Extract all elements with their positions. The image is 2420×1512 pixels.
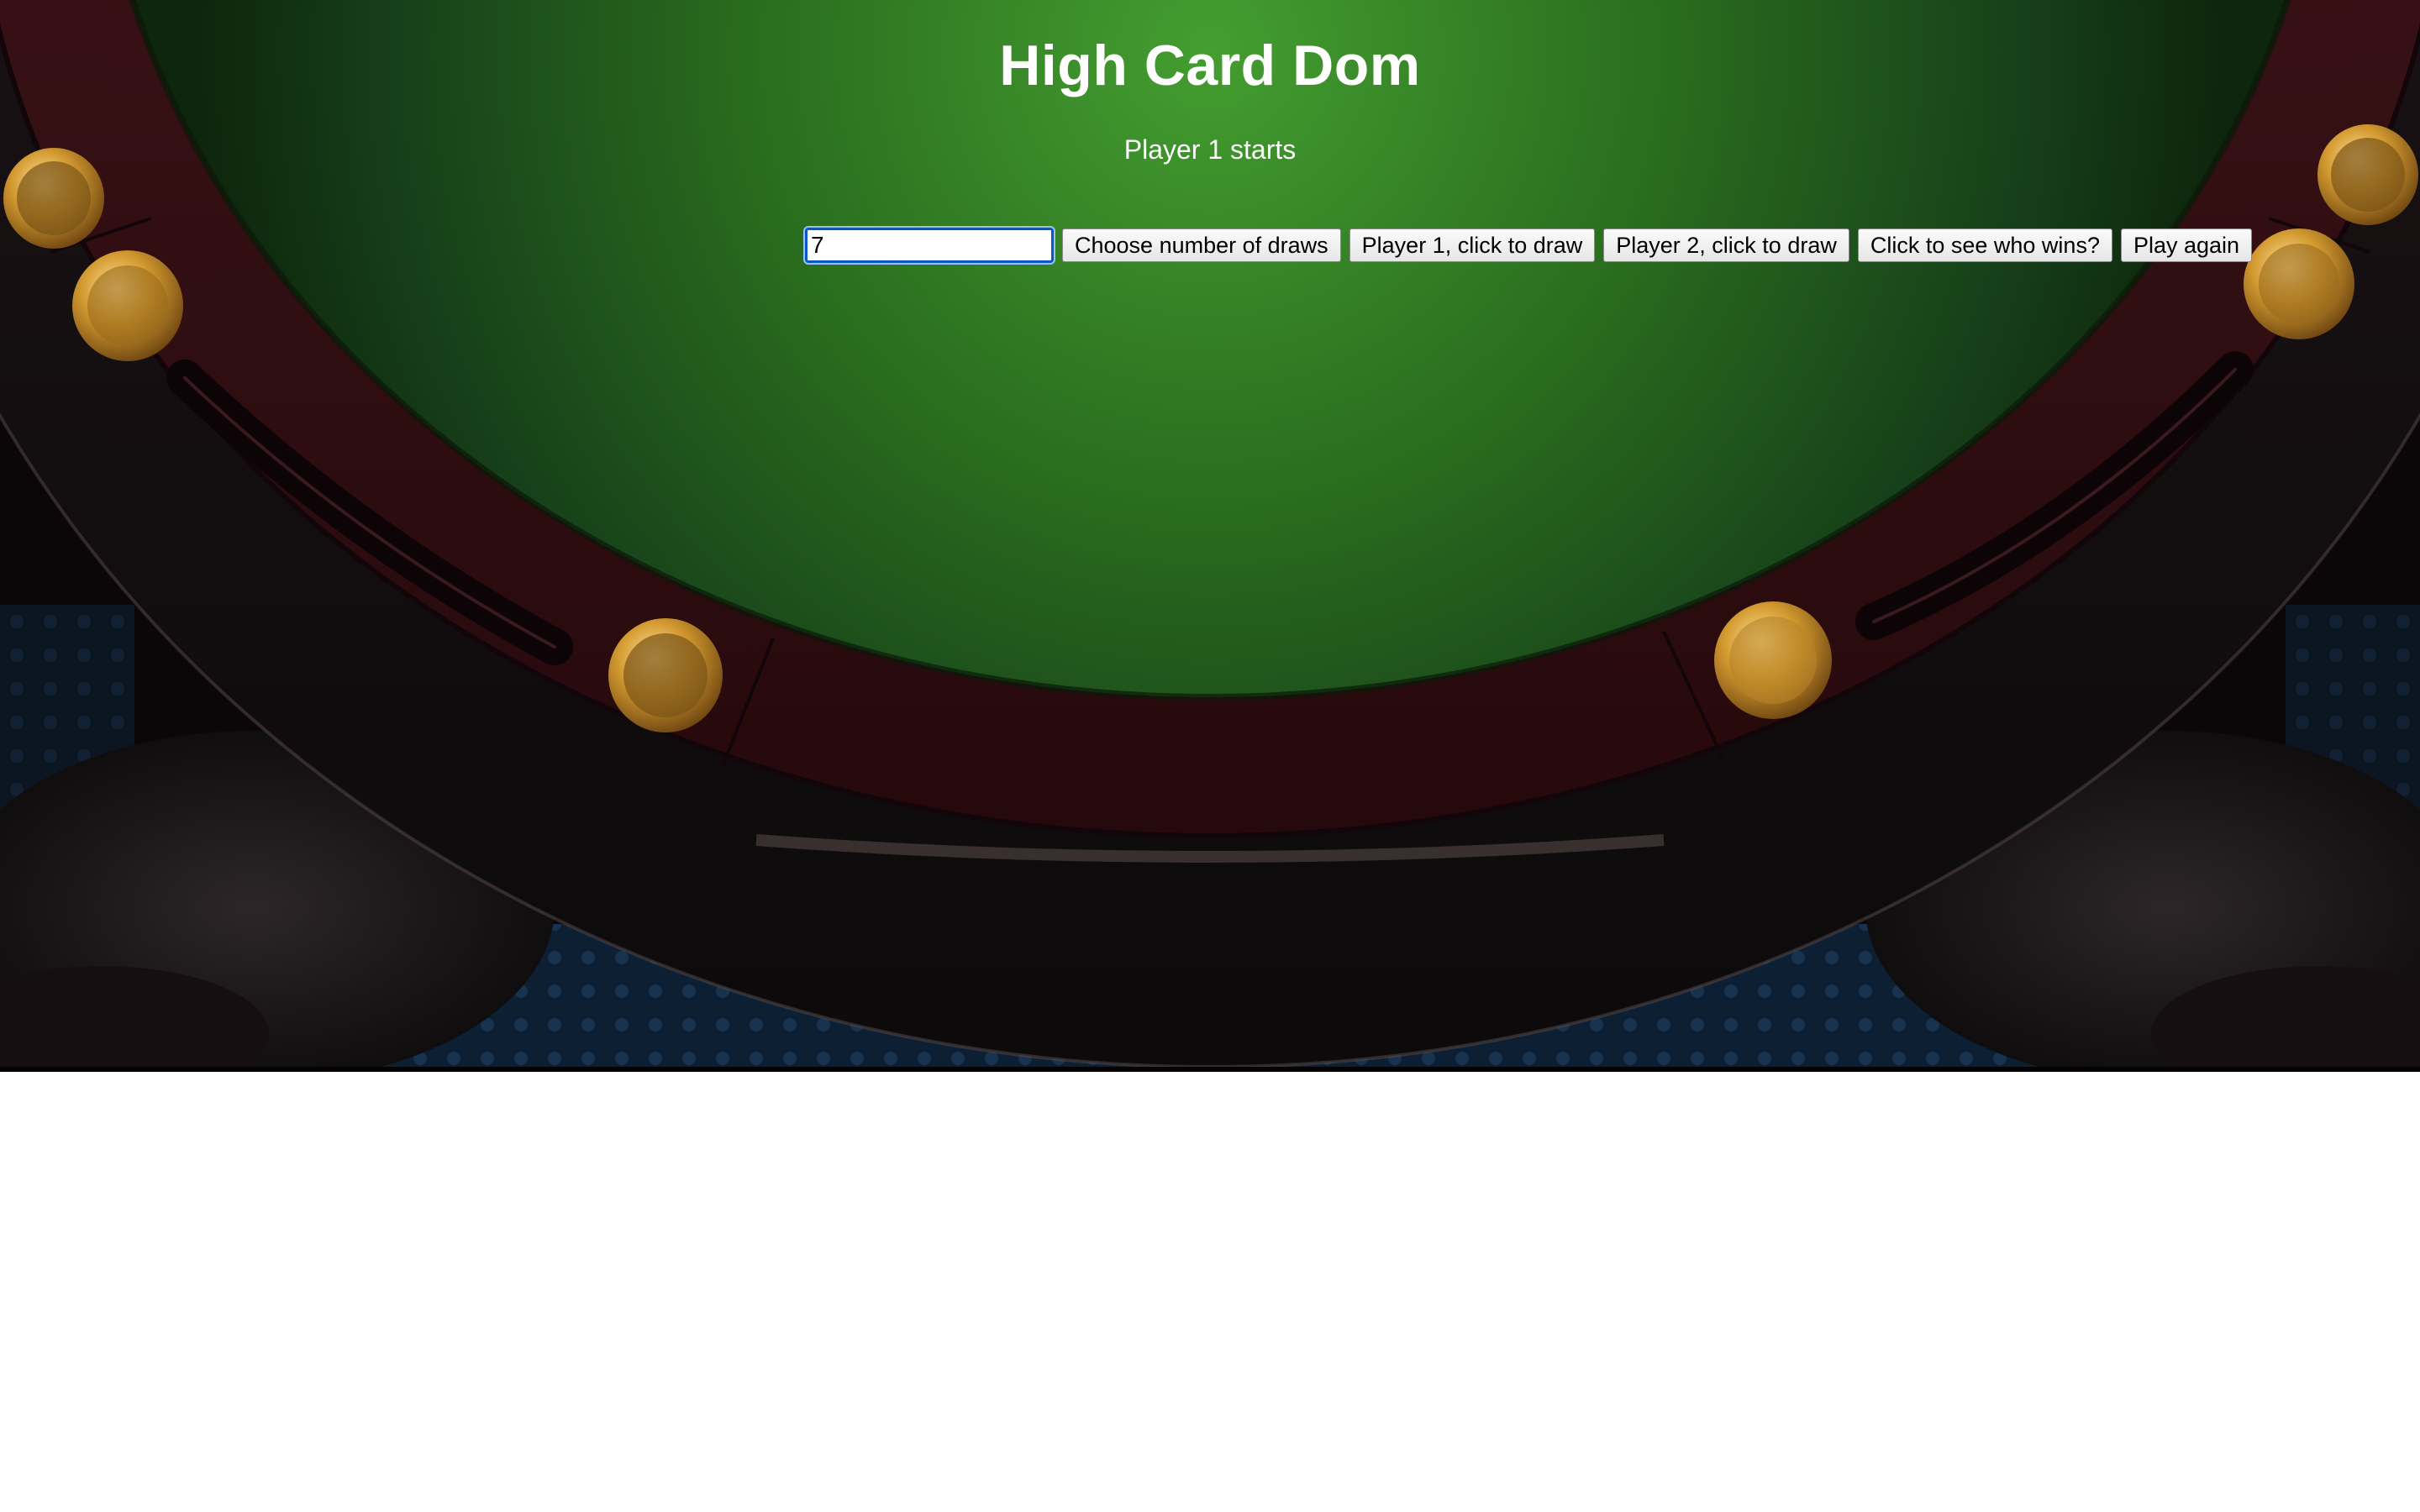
game-title: High Card Dom xyxy=(999,34,1421,97)
game-overlay: High Card Dom Player 1 starts Choose num… xyxy=(0,0,2420,1072)
player-2-draw-button[interactable]: Player 2, click to draw xyxy=(1603,228,1849,262)
play-again-button[interactable]: Play again xyxy=(2120,228,2253,262)
turn-status: Player 1 starts xyxy=(1123,134,1297,165)
game-controls: Choose number of draws Player 1, click t… xyxy=(803,226,2253,265)
player-1-draw-button[interactable]: Player 1, click to draw xyxy=(1349,228,1596,262)
choose-number-of-draws-button[interactable]: Choose number of draws xyxy=(1062,228,1341,262)
number-of-draws-input[interactable] xyxy=(803,226,1055,265)
poker-table-scene: High Card Dom Player 1 starts Choose num… xyxy=(0,0,2420,1072)
see-who-wins-button[interactable]: Click to see who wins? xyxy=(1857,228,2112,262)
page-blank-area xyxy=(0,1072,2420,1512)
